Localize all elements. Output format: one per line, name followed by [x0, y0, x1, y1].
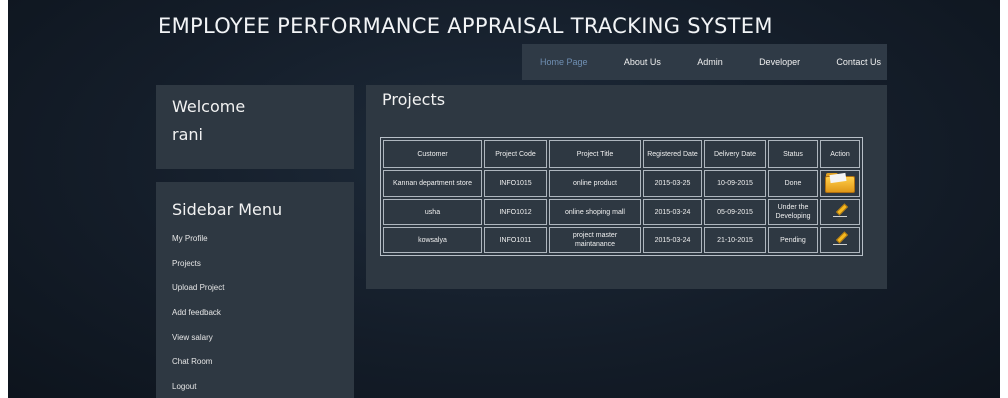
cell-action — [820, 227, 860, 253]
table-header-row: Customer Project Code Project Title Regi… — [383, 140, 860, 168]
cell-project-code: INFO1012 — [484, 199, 547, 225]
cell-registered-date: 2015-03-24 — [643, 227, 702, 253]
projects-panel: Projects Customer Project Code Project T… — [366, 85, 887, 289]
table-row: kowsalya INFO1011 project master maintan… — [383, 227, 860, 253]
column-header-project-title: Project Title — [549, 140, 641, 168]
username-text: rani — [172, 125, 203, 144]
edit-pencil-icon[interactable] — [833, 202, 849, 218]
cell-action — [820, 170, 860, 197]
cell-status: Under the Developing — [768, 199, 818, 225]
nav-developer[interactable]: Developer — [759, 57, 800, 67]
column-header-registered-date: Registered Date — [643, 140, 702, 168]
sidebar-item-upload-project[interactable]: Upload Project — [172, 282, 354, 307]
page-title: Projects — [382, 90, 446, 109]
sidebar-item-my-profile[interactable]: My Profile — [172, 233, 354, 258]
nav-contact-us[interactable]: Contact Us — [836, 57, 881, 67]
cell-registered-date: 2015-03-24 — [643, 199, 702, 225]
cell-registered-date: 2015-03-25 — [643, 170, 702, 197]
cell-project-title: online product — [549, 170, 641, 197]
column-header-delivery-date: Delivery Date — [704, 140, 766, 168]
nav-admin[interactable]: Admin — [697, 57, 723, 67]
sidebar-item-view-salary[interactable]: View salary — [172, 332, 354, 357]
cell-project-code: INFO1011 — [484, 227, 547, 253]
table-row: usha INFO1012 online shoping mall 2015-0… — [383, 199, 860, 225]
nav-about-us[interactable]: About Us — [624, 57, 661, 67]
cell-project-title: online shoping mall — [549, 199, 641, 225]
top-navigation: Home Page About Us Admin Developer Conta… — [522, 44, 887, 80]
cell-customer: usha — [383, 199, 482, 225]
sidebar-item-logout[interactable]: Logout — [172, 381, 354, 398]
column-header-project-code: Project Code — [484, 140, 547, 168]
cell-customer: Kannan department store — [383, 170, 482, 197]
cell-project-title: project master maintanance — [549, 227, 641, 253]
edit-pencil-icon[interactable] — [833, 230, 849, 246]
sidebar-item-projects[interactable]: Projects — [172, 258, 354, 283]
column-header-action: Action — [820, 140, 860, 168]
sidebar-heading: Sidebar Menu — [172, 200, 283, 219]
welcome-text: Welcome — [172, 97, 246, 116]
column-header-status: Status — [768, 140, 818, 168]
projects-table: Customer Project Code Project Title Regi… — [380, 137, 863, 256]
cell-delivery-date: 05-09-2015 — [704, 199, 766, 225]
column-header-customer: Customer — [383, 140, 482, 168]
cell-customer: kowsalya — [383, 227, 482, 253]
nav-home-page[interactable]: Home Page — [540, 57, 588, 67]
cell-action — [820, 199, 860, 225]
sidebar-menu: Sidebar Menu My Profile Projects Upload … — [156, 182, 354, 398]
cell-delivery-date: 21-10-2015 — [704, 227, 766, 253]
cell-status: Done — [768, 170, 818, 197]
cell-status: Pending — [768, 227, 818, 253]
cell-delivery-date: 10-09-2015 — [704, 170, 766, 197]
sidebar-item-chat-room[interactable]: Chat Room — [172, 356, 354, 381]
page-background: EMPLOYEE PERFORMANCE APPRAISAL TRACKING … — [8, 0, 1000, 398]
site-title: EMPLOYEE PERFORMANCE APPRAISAL TRACKING … — [158, 14, 773, 38]
sidebar-item-add-feedback[interactable]: Add feedback — [172, 307, 354, 332]
cell-project-code: INFO1015 — [484, 170, 547, 197]
table-row: Kannan department store INFO1015 online … — [383, 170, 860, 197]
welcome-panel: Welcome rani — [156, 85, 354, 169]
folder-icon[interactable] — [823, 171, 857, 193]
